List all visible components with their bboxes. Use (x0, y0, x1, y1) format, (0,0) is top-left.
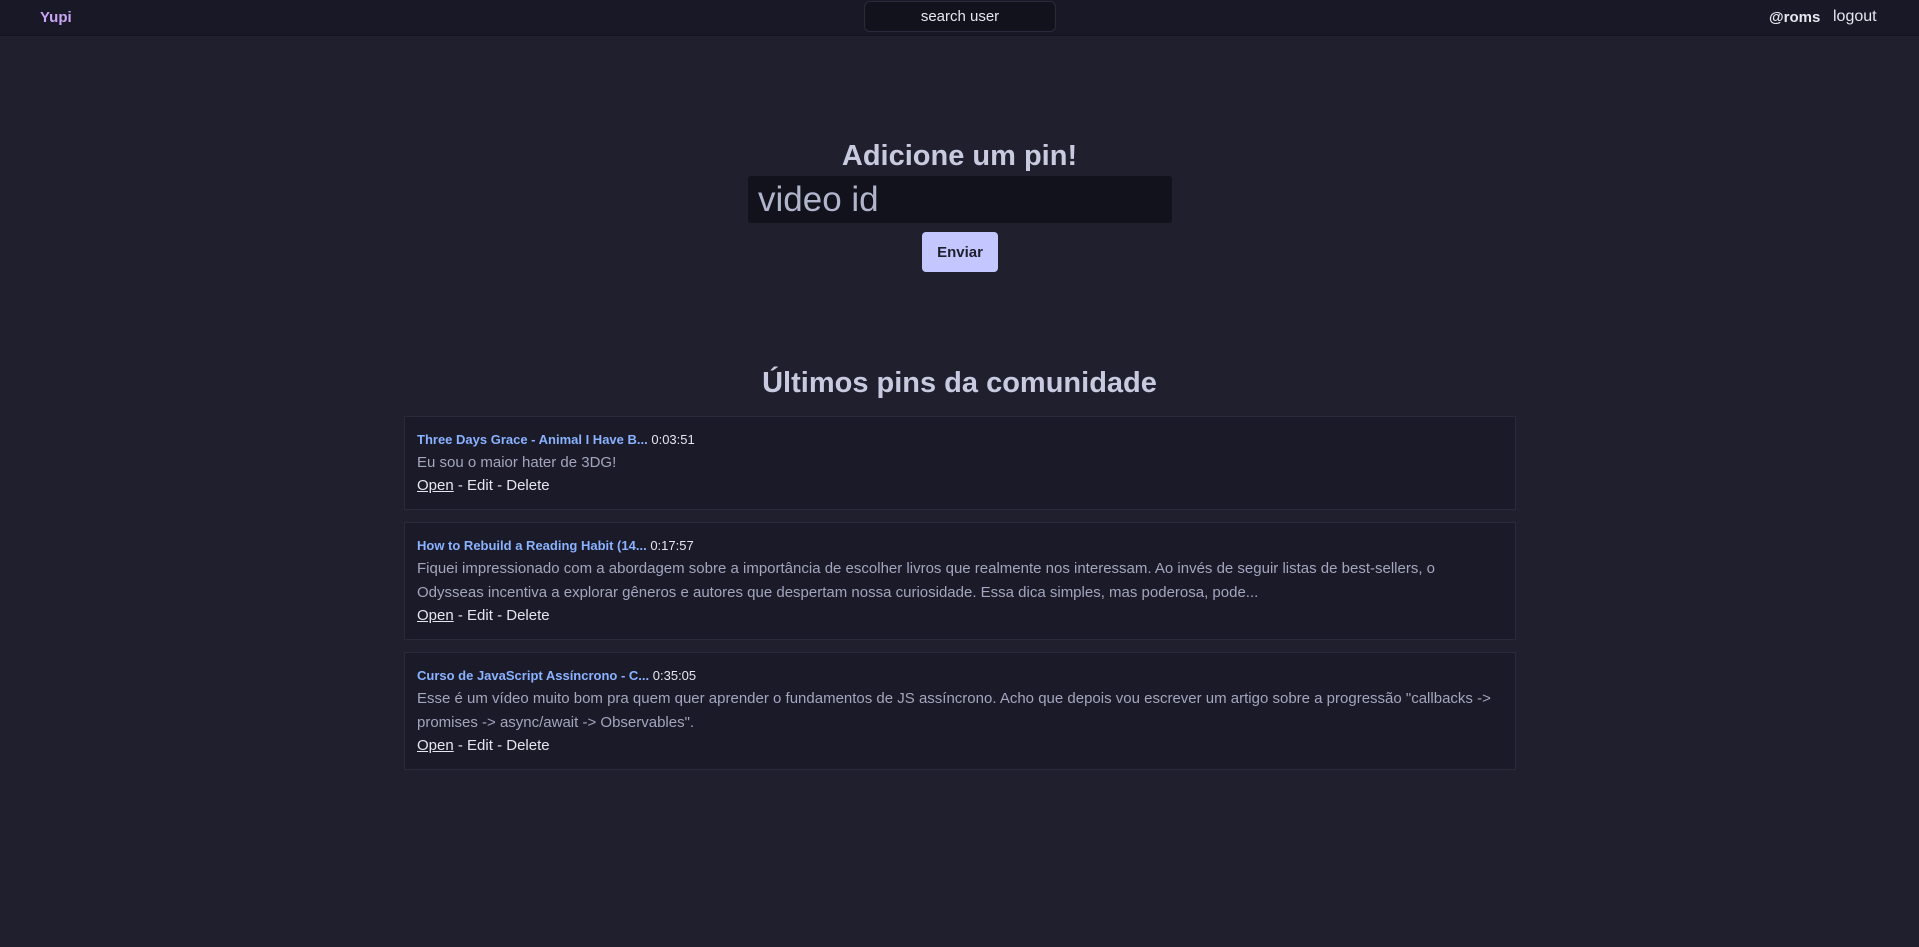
pin-delete-link[interactable]: Delete (506, 607, 549, 624)
community-pins-title: Últimos pins da comunidade (762, 367, 1157, 399)
pin-open-link[interactable]: Open (417, 477, 454, 494)
pin-delete-link[interactable]: Delete (506, 737, 549, 754)
pin-video-title-link[interactable]: Curso de JavaScript Assíncrono - C... (417, 668, 649, 683)
pin-actions: Open - Edit - Delete (417, 475, 1503, 497)
video-id-input[interactable] (748, 176, 1172, 223)
pin-comment: Eu sou o maior hater de 3DG! (417, 454, 617, 471)
pin-timestamp: 0:17:57 (650, 538, 694, 553)
brand-logo-link[interactable]: Yupi (40, 9, 72, 26)
pin-actions: Open - Edit - Delete (417, 605, 1503, 627)
pin-header: How to Rebuild a Reading Habit (14... 0:… (417, 537, 1503, 555)
add-pin-title: Adicione um pin! (841, 140, 1078, 172)
username-label[interactable]: @roms (1769, 9, 1820, 26)
submit-pin-button[interactable]: Enviar (922, 232, 998, 272)
pin-timestamp: 0:35:05 (652, 668, 697, 683)
separator: - (497, 607, 507, 624)
pin-delete-link[interactable]: Delete (506, 477, 549, 494)
pin-timestamp: 0:03:51 (651, 432, 695, 447)
pin-edit-link[interactable]: Edit (467, 477, 493, 494)
pin-card: Three Days Grace - Animal I Have B... 0:… (404, 416, 1516, 510)
pin-video-title-link[interactable]: Three Days Grace - Animal I Have B... (417, 432, 648, 447)
separator: - (497, 477, 507, 494)
search-user-input[interactable] (864, 1, 1056, 32)
separator: - (457, 737, 468, 754)
pin-open-link[interactable]: Open (417, 607, 454, 624)
logout-link[interactable]: logout (1833, 8, 1877, 26)
pin-header: Three Days Grace - Animal I Have B... 0:… (417, 431, 1503, 449)
pin-comment: Fiquei impressionado com a abordagem sob… (417, 560, 1436, 601)
separator: - (497, 737, 507, 754)
pin-video-title-link[interactable]: How to Rebuild a Reading Habit (14... (417, 538, 647, 553)
pin-card: How to Rebuild a Reading Habit (14... 0:… (404, 522, 1516, 640)
separator: - (457, 477, 468, 494)
pin-open-link[interactable]: Open (417, 737, 454, 754)
pin-edit-link[interactable]: Edit (467, 607, 493, 624)
pin-edit-link[interactable]: Edit (467, 737, 493, 754)
top-navbar: Yupi @roms logout (0, 0, 1919, 36)
pin-header: Curso de JavaScript Assíncrono - C... 0:… (417, 667, 1503, 685)
pin-comment: Esse é um vídeo muito bom pra quem quer … (417, 690, 1491, 731)
separator: - (457, 607, 468, 624)
pin-card: Curso de JavaScript Assíncrono - C... 0:… (404, 652, 1516, 770)
pin-actions: Open - Edit - Delete (417, 735, 1503, 757)
